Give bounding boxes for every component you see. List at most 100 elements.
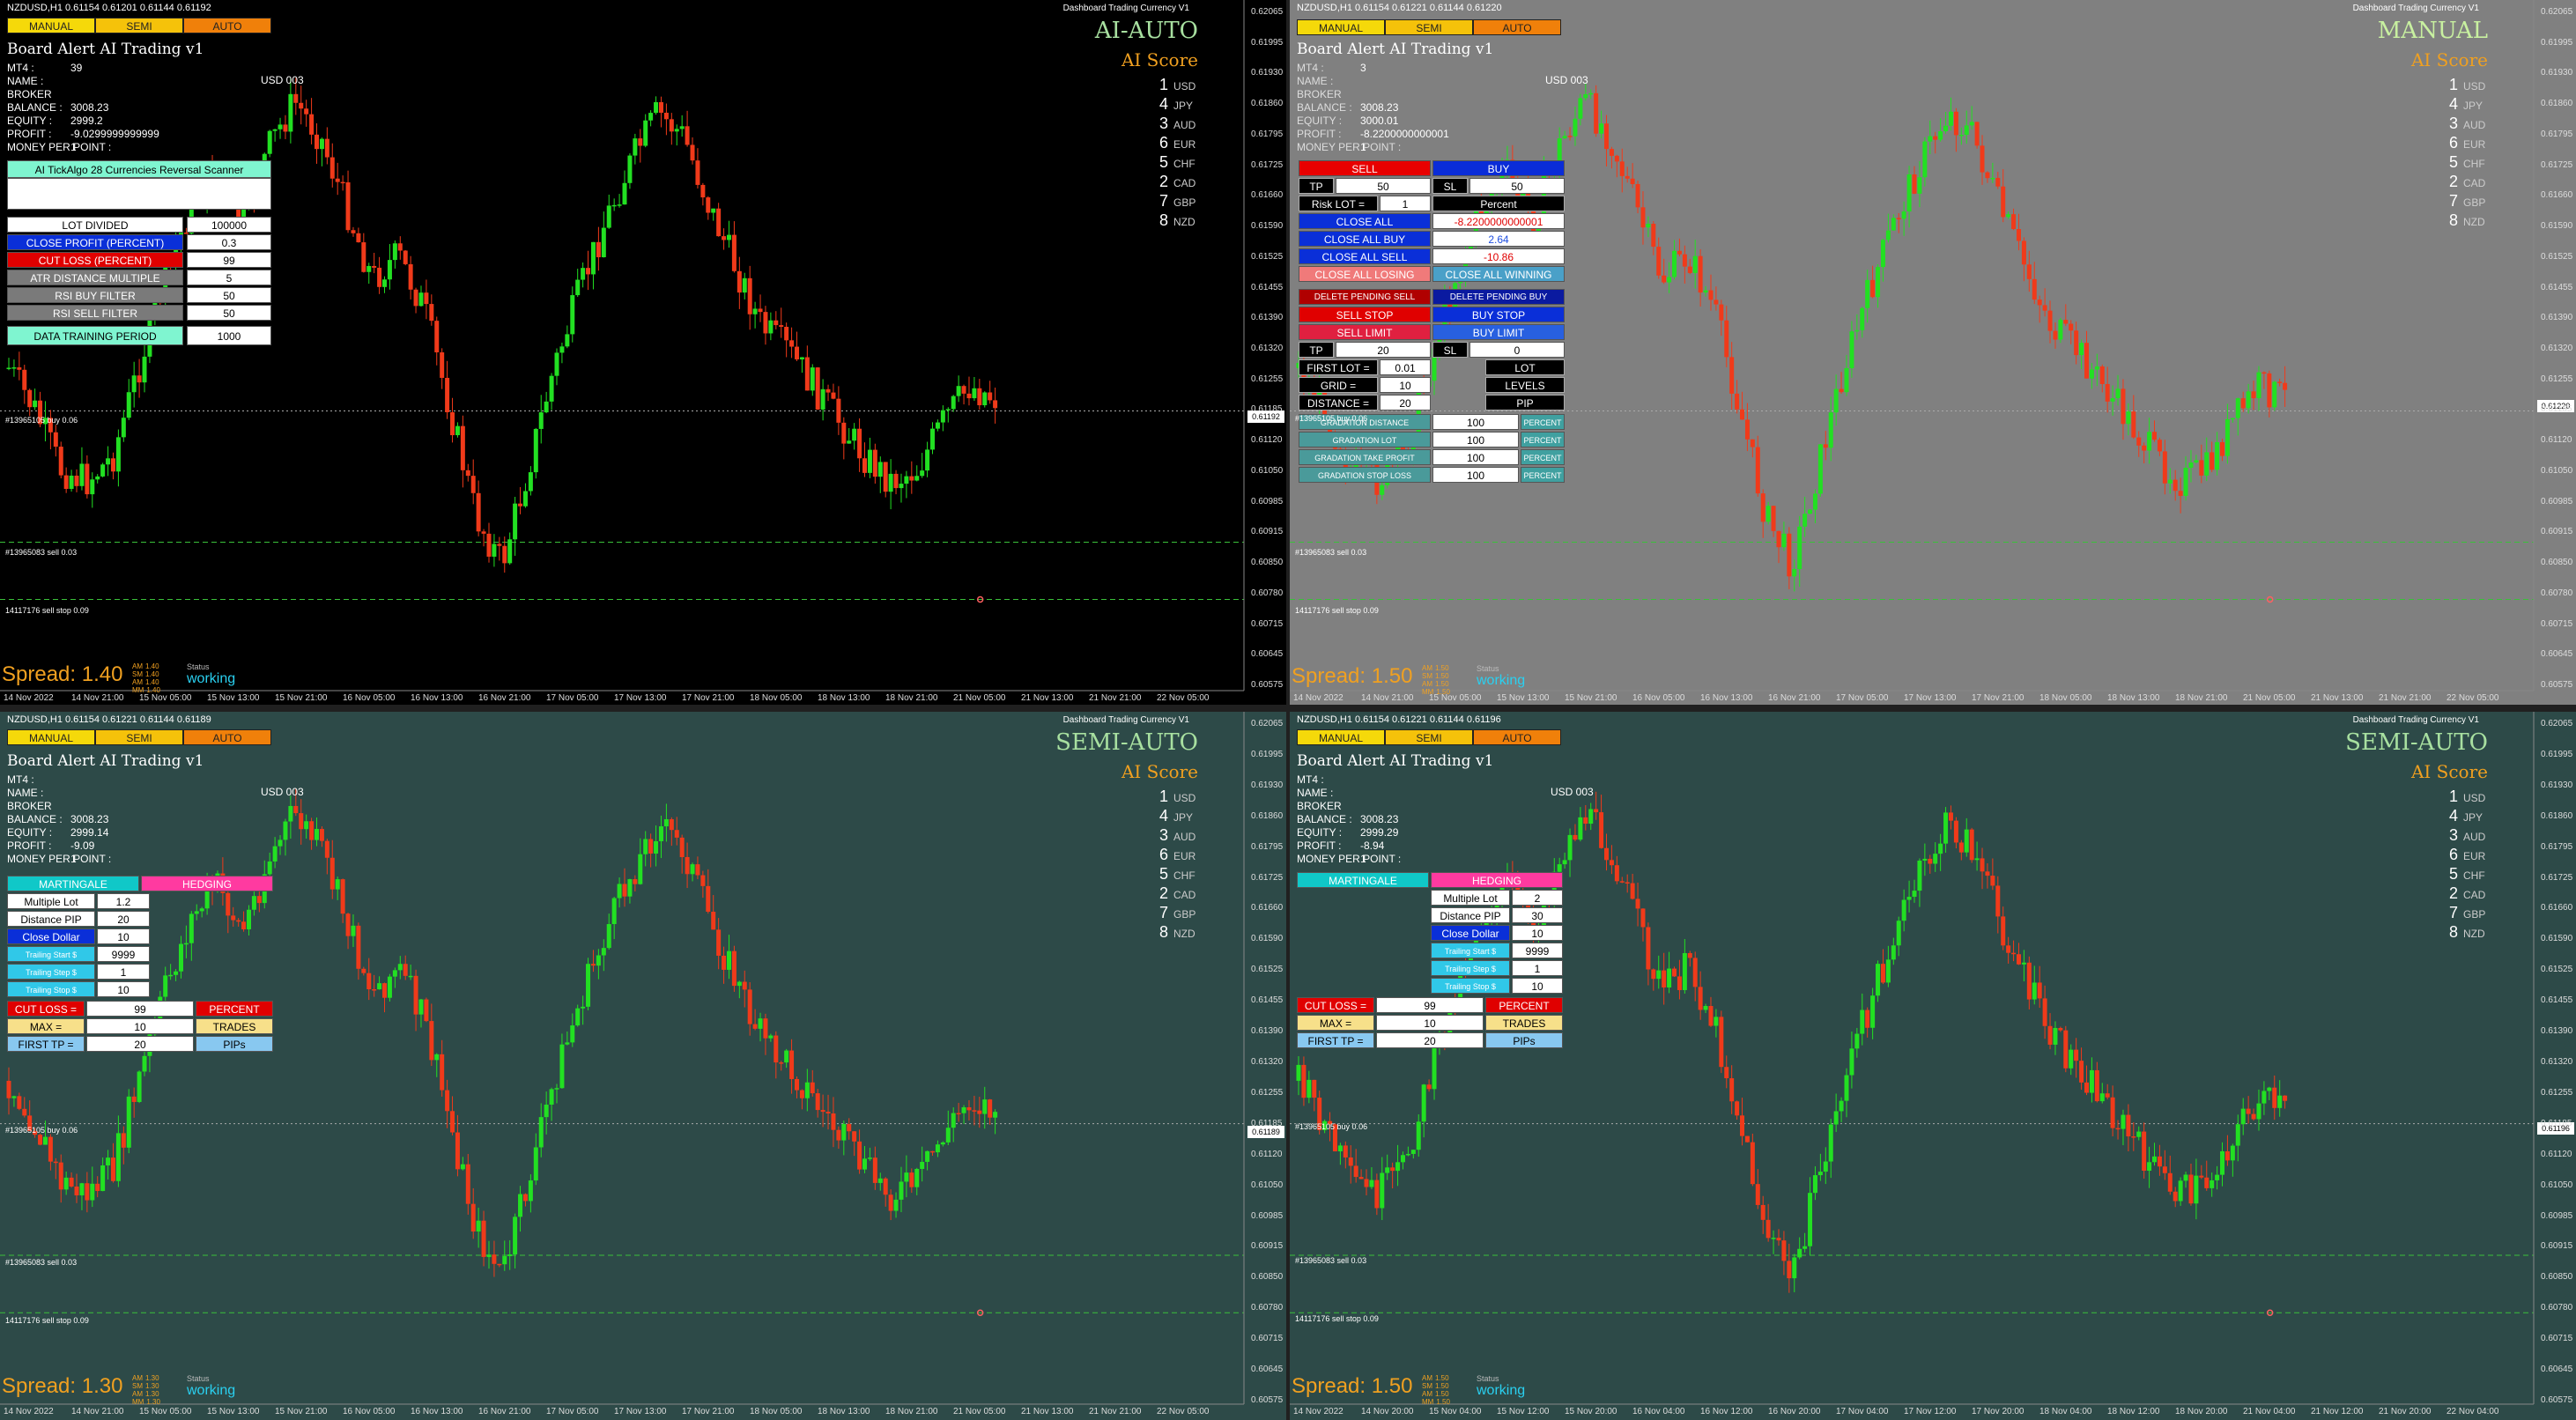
sl2-input[interactable]: 0 [1469,342,1565,358]
time-tick: 18 Nov 13:00 [2107,693,2160,703]
price-tick: 0.61795 [1251,129,1284,139]
cut-loss-input[interactable]: 99 [86,1001,194,1017]
account-label: BROKER [7,88,52,100]
candle [513,497,518,556]
semi-setting-input[interactable]: 1.2 [97,893,150,909]
max-input[interactable]: 10 [1376,1015,1484,1031]
cut-loss-input[interactable]: 99 [1376,997,1484,1013]
auto-mode-button[interactable]: AUTO [1473,19,1561,35]
distance-input[interactable]: 20 [1380,395,1431,410]
gradation-input[interactable]: 100 [1432,414,1519,430]
close-all-buy-button[interactable]: CLOSE ALL BUY [1299,231,1431,247]
candle [1625,166,1630,183]
manual-mode-button[interactable]: MANUAL [7,18,95,33]
buy-limit-button[interactable]: BUY LIMIT [1432,324,1565,340]
ai-setting-input[interactable]: 50 [187,287,271,303]
candlestick-chart[interactable] [0,712,1286,1420]
grid-input[interactable]: 10 [1380,377,1431,393]
semi-setting-input[interactable]: 10 [97,928,150,944]
candle [2246,383,2251,414]
price-tick: 0.61120 [2541,435,2572,446]
ai-setting-input[interactable]: 0.3 [187,234,271,250]
hedging-button[interactable]: HEDGING [141,876,273,891]
tp2-input[interactable]: 20 [1336,342,1431,358]
sl-input[interactable]: 50 [1469,178,1565,194]
delete-pending-buy-button[interactable]: DELETE PENDING BUY [1432,289,1565,305]
sell-button[interactable]: SELL [1299,160,1431,176]
candle [1374,1173,1380,1216]
ai-setting-input[interactable]: 100000 [187,217,271,233]
close-all-winning-button[interactable]: CLOSE ALL WINNING [1432,266,1565,282]
delete-pending-sell-button[interactable]: DELETE PENDING SELL [1299,289,1431,305]
ai-setting-input[interactable]: 50 [187,305,271,321]
candle [2194,455,2199,464]
close-all-losing-button[interactable]: CLOSE ALL LOSING [1299,266,1431,282]
martingale-button[interactable]: MARTINGALE [7,876,139,891]
close-all-sell-button[interactable]: CLOSE ALL SELL [1299,248,1431,264]
candle [1958,127,1964,145]
auto-mode-button[interactable]: AUTO [183,729,271,745]
candle [2058,1026,2063,1032]
time-tick: 17 Nov 05:00 [546,693,599,703]
first-tp-input[interactable]: 20 [86,1036,194,1052]
gradation-unit: PERCENT [1521,414,1565,430]
chart-window-ai-auto[interactable]: NZDUSD,H1 0.61154 0.61201 0.61144 0.6119… [0,0,1286,705]
semi-setting-input[interactable]: 1 [97,964,150,980]
semi-setting-input[interactable]: 20 [97,911,150,927]
auto-mode-button[interactable]: AUTO [1473,729,1561,745]
ai-setting-input[interactable]: 5 [187,270,271,285]
time-tick: 17 Nov 13:00 [614,693,667,703]
close-all-button[interactable]: CLOSE ALL [1299,213,1431,229]
currency-row: 4 JPY [2435,95,2488,115]
price-tick: 0.61320 [1251,1057,1284,1067]
candle [17,1092,22,1111]
manual-mode-button[interactable]: MANUAL [1297,19,1385,35]
candle [1943,111,1949,134]
semi-setting-input[interactable]: 10 [1512,978,1563,994]
tp-input[interactable]: 50 [1336,178,1431,194]
semi-setting-label: Close Dollar [7,928,95,944]
semi-setting-input[interactable]: 9999 [97,946,150,962]
ai-setting-input[interactable]: 1000 [187,326,271,345]
candle [966,376,972,406]
first-lot-input[interactable]: 0.01 [1380,359,1431,375]
buy-button[interactable]: BUY [1432,160,1565,176]
semi-setting-input[interactable]: 1 [1512,960,1563,976]
hedging-button[interactable]: HEDGING [1431,872,1563,888]
chart-window-semi-auto-right[interactable]: NZDUSD,H1 0.61154 0.61221 0.61144 0.6119… [1290,712,2576,1420]
first-tp-input[interactable]: 20 [1376,1032,1484,1048]
candlestick-chart[interactable] [1290,712,2576,1420]
semi-mode-button[interactable]: SEMI [95,729,183,745]
max-input[interactable]: 10 [86,1018,194,1034]
sell-limit-button[interactable]: SELL LIMIT [1299,324,1431,340]
martingale-button[interactable]: MARTINGALE [1297,872,1429,888]
gradation-input[interactable]: 100 [1432,432,1519,447]
manual-mode-button[interactable]: MANUAL [7,729,95,745]
semi-setting-input[interactable]: 10 [1512,925,1563,941]
candle [784,322,789,358]
candle [2032,965,2037,1005]
manual-mode-button[interactable]: MANUAL [1297,729,1385,745]
time-tick: 16 Nov 04:00 [1632,1407,1685,1416]
gradation-input[interactable]: 100 [1432,449,1519,465]
candlestick-chart[interactable] [0,0,1286,705]
chart-window-manual[interactable]: NZDUSD,H1 0.61154 0.61221 0.61144 0.6122… [1290,0,2576,705]
candle [2188,1164,2194,1206]
semi-setting-input[interactable]: 2 [1512,890,1563,906]
buy-stop-button[interactable]: BUY STOP [1432,307,1565,322]
risk-lot-input[interactable]: 1 [1380,196,1431,211]
price-tick: 0.60645 [2541,649,2573,660]
semi-setting-input[interactable]: 30 [1512,907,1563,923]
candle [1578,93,1583,126]
semi-mode-button[interactable]: SEMI [1385,19,1473,35]
semi-setting-input[interactable]: 10 [97,981,150,997]
chart-window-semi-auto-left[interactable]: NZDUSD,H1 0.61154 0.61221 0.61144 0.6118… [0,712,1286,1420]
gradation-input[interactable]: 100 [1432,467,1519,483]
sell-stop-button[interactable]: SELL STOP [1299,307,1431,322]
semi-mode-button[interactable]: SEMI [1385,729,1473,745]
currency-row: 4 JPY [1145,95,1198,115]
auto-mode-button[interactable]: AUTO [183,18,271,33]
ai-setting-input[interactable]: 99 [187,252,271,268]
semi-mode-button[interactable]: SEMI [95,18,183,33]
semi-setting-input[interactable]: 9999 [1512,943,1563,958]
